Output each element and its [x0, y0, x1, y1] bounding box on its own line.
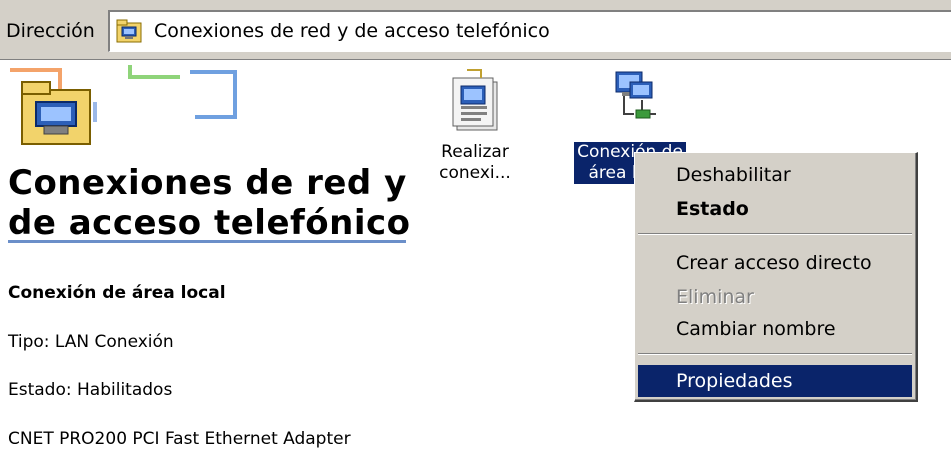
lan-connection-icon — [615, 71, 656, 119]
connection-type: Tipo: LAN Conexión — [8, 332, 174, 352]
title-divider — [8, 240, 406, 243]
connection-status: Estado: Habilitados — [8, 380, 173, 400]
menu-separator — [638, 233, 912, 235]
network-folder-icon — [116, 19, 142, 43]
connection-name: Conexión de área local — [8, 283, 226, 303]
menu-item-estado[interactable]: Estado — [638, 193, 912, 225]
connection-adapter: CNET PRO200 PCI Fast Ethernet Adapter — [8, 429, 351, 449]
menu-separator — [638, 353, 912, 355]
menu-item-cambiar-nombre[interactable]: Cambiar nombre — [638, 313, 912, 345]
icon-realizar-conexion[interactable]: Realizar conexi... — [420, 66, 530, 184]
menu-item-crear-acceso-directo[interactable]: Crear acceso directo — [638, 247, 912, 279]
menu-item-propiedades[interactable]: Propiedades — [638, 365, 912, 397]
address-value: Conexiones de red y de acceso telefónico — [154, 20, 550, 42]
address-label: Dirección — [6, 20, 95, 42]
network-folder-logo-icon — [10, 65, 237, 145]
address-input[interactable]: Conexiones de red y de acceso telefónico — [108, 10, 951, 52]
address-bar: Dirección Conexiones de red y de acceso … — [0, 0, 951, 60]
menu-item-deshabilitar[interactable]: Deshabilitar — [638, 159, 912, 191]
make-connection-icon — [452, 69, 498, 131]
page-title: Conexiones de red y de acceso telefónico — [8, 163, 411, 243]
context-menu: Deshabilitar Estado Crear acceso directo… — [634, 152, 918, 402]
menu-item-eliminar: Eliminar — [676, 286, 754, 308]
realizar-label: Realizar conexi... — [439, 142, 511, 183]
